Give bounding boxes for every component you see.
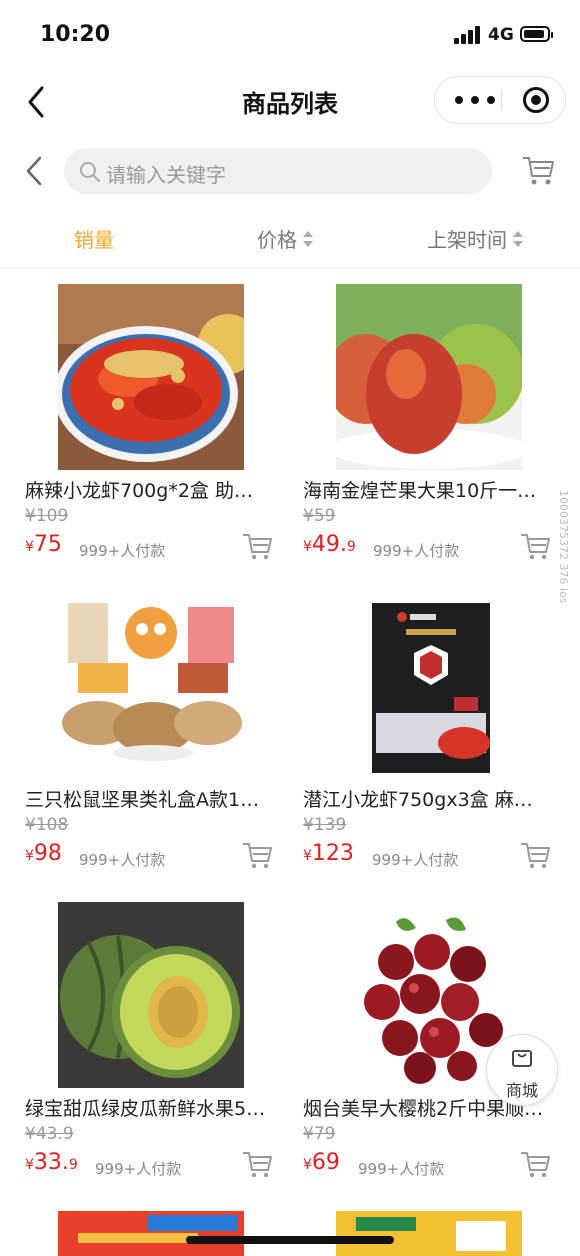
product-name: 麻辣小龙虾700g*2盒 助… (25, 480, 253, 502)
price: ¥123 (303, 841, 354, 866)
tab-listing-time[interactable]: 上架时间 (427, 224, 523, 253)
add-to-cart-icon[interactable] (519, 1148, 551, 1180)
product-image-partial (58, 1211, 244, 1256)
original-price: ¥59 (303, 506, 336, 526)
capsule-divider (501, 90, 502, 110)
original-price: ¥43.9 (25, 1124, 74, 1144)
add-to-cart-icon[interactable] (519, 530, 551, 562)
nav-bar: 商品列表 (0, 70, 580, 132)
search-row: 请输入关键字 (0, 140, 580, 204)
sales-count: 999+人付款 (79, 851, 166, 869)
status-time: 10:20 (40, 22, 111, 47)
cart-icon[interactable] (520, 152, 556, 188)
shopping-bag-icon (512, 1050, 532, 1067)
price: ¥98 (25, 841, 62, 866)
price: ¥33.9 (25, 1150, 78, 1175)
add-to-cart-icon[interactable] (519, 839, 551, 871)
sales-count: 999+人付款 (358, 1160, 445, 1178)
product-image-crayfish-box (336, 593, 522, 779)
price: ¥75 (25, 532, 62, 557)
sales-count: 999+人付款 (373, 542, 460, 560)
network-label: 4G (488, 25, 514, 45)
product-name: 海南金煌芒果大果10斤一… (303, 480, 537, 502)
tab-price[interactable]: 价格 (257, 224, 313, 253)
sort-tabs: 销量 价格 上架时间 (0, 212, 580, 269)
close-miniapp-icon[interactable] (523, 87, 549, 113)
original-price: ¥139 (303, 815, 347, 835)
original-price: ¥79 (303, 1124, 336, 1144)
tab-sales[interactable]: 销量 (74, 224, 114, 253)
miniapp-capsule (434, 76, 566, 124)
product-image-crayfish (58, 284, 244, 470)
battery-icon (520, 26, 553, 42)
search-icon (80, 162, 100, 182)
add-to-cart-icon[interactable] (241, 1148, 273, 1180)
product-name: 绿宝甜瓜绿皮瓜新鲜水果5… (25, 1098, 266, 1120)
sort-arrows-icon (513, 230, 523, 247)
search-placeholder: 请输入关键字 (106, 163, 226, 187)
signal-icon (454, 26, 482, 44)
sales-count: 999+人付款 (372, 851, 459, 869)
home-indicator (186, 1236, 394, 1244)
add-to-cart-icon[interactable] (241, 530, 273, 562)
product-card[interactable]: 潜江小龙虾750gx3盒 麻… ¥139 ¥123 999+人付款 (303, 593, 563, 893)
shop-float-button[interactable]: 商城 (486, 1034, 558, 1106)
product-name: 潜江小龙虾750gx3盒 麻… (303, 789, 533, 811)
product-image-nuts (58, 593, 244, 779)
product-name: 三只松鼠坚果类礼盒A款1… (25, 789, 260, 811)
product-card[interactable]: 三只松鼠坚果类礼盒A款1… ¥108 ¥98 999+人付款 (25, 593, 285, 893)
product-image-mango (336, 284, 522, 470)
product-card[interactable]: 麻辣小龙虾700g*2盒 助… ¥109 ¥75 999+人付款 (25, 284, 285, 584)
search-back-icon[interactable] (22, 154, 46, 188)
sort-arrows-icon (303, 230, 313, 247)
product-image-partial (336, 1211, 522, 1256)
shop-float-label: 商城 (505, 1081, 538, 1100)
product-card[interactable]: 海南金煌芒果大果10斤一… ¥59 ¥49.9 999+人付款 (303, 284, 563, 584)
tab-listing-time-label: 上架时间 (427, 228, 507, 252)
original-price: ¥109 (25, 506, 69, 526)
sales-count: 999+人付款 (79, 542, 166, 560)
product-card[interactable]: 绿宝甜瓜绿皮瓜新鲜水果5… ¥43.9 ¥33.9 999+人付款 (25, 902, 285, 1202)
original-price: ¥108 (25, 815, 69, 835)
search-input[interactable]: 请输入关键字 (64, 148, 492, 194)
side-watermark-text: 1000375372 376 ios (557, 490, 570, 604)
tab-sales-label: 销量 (74, 228, 114, 252)
sales-count: 999+人付款 (95, 1160, 182, 1178)
add-to-cart-icon[interactable] (241, 839, 273, 871)
more-icon[interactable] (455, 77, 495, 123)
tab-price-label: 价格 (257, 228, 297, 252)
product-image-melon (58, 902, 244, 1088)
status-bar: 10:20 4G (0, 0, 580, 70)
price: ¥69 (303, 1150, 340, 1175)
price: ¥49.9 (303, 532, 356, 557)
